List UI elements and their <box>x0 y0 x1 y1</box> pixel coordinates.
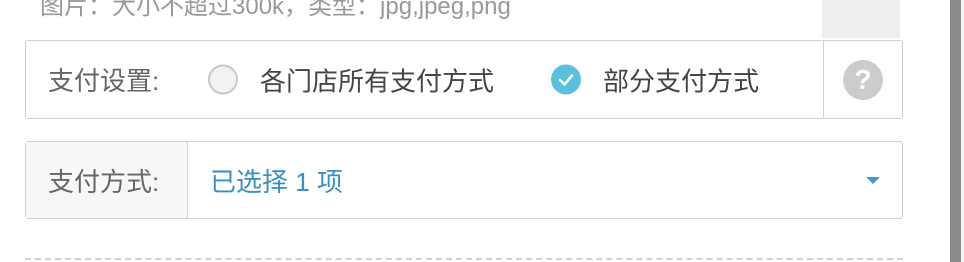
help-area: ? <box>823 41 902 118</box>
radio-all-label: 各门店所有支付方式 <box>260 66 495 96</box>
payment-setting-label: 支付设置: <box>48 66 160 96</box>
radio-partial-payment-methods[interactable]: 部分支付方式 <box>551 61 759 98</box>
payment-method-select[interactable]: 支付方式: 已选择 1 项 <box>25 141 903 219</box>
payment-method-selected-text[interactable]: 已选择 1 项 <box>210 142 343 218</box>
help-icon[interactable]: ? <box>843 59 883 100</box>
check-icon[interactable] <box>551 64 581 95</box>
radio-partial-label: 部分支付方式 <box>603 66 760 96</box>
radio-unchecked-icon[interactable] <box>208 64 238 95</box>
payment-setting-row: 支付设置: 各门店所有支付方式 部分支付方式 ? <box>25 40 903 119</box>
payment-method-label: 支付方式: <box>26 142 188 218</box>
scrollbar-thumb[interactable] <box>950 0 961 262</box>
caret-down-icon[interactable] <box>866 177 880 184</box>
section-divider <box>25 258 903 260</box>
upload-hint-text: 图片：大小不超过300k，类型：jpg,jpeg,png <box>40 0 511 20</box>
upload-button-area[interactable] <box>822 0 900 38</box>
radio-all-payment-methods[interactable]: 各门店所有支付方式 <box>208 61 494 98</box>
